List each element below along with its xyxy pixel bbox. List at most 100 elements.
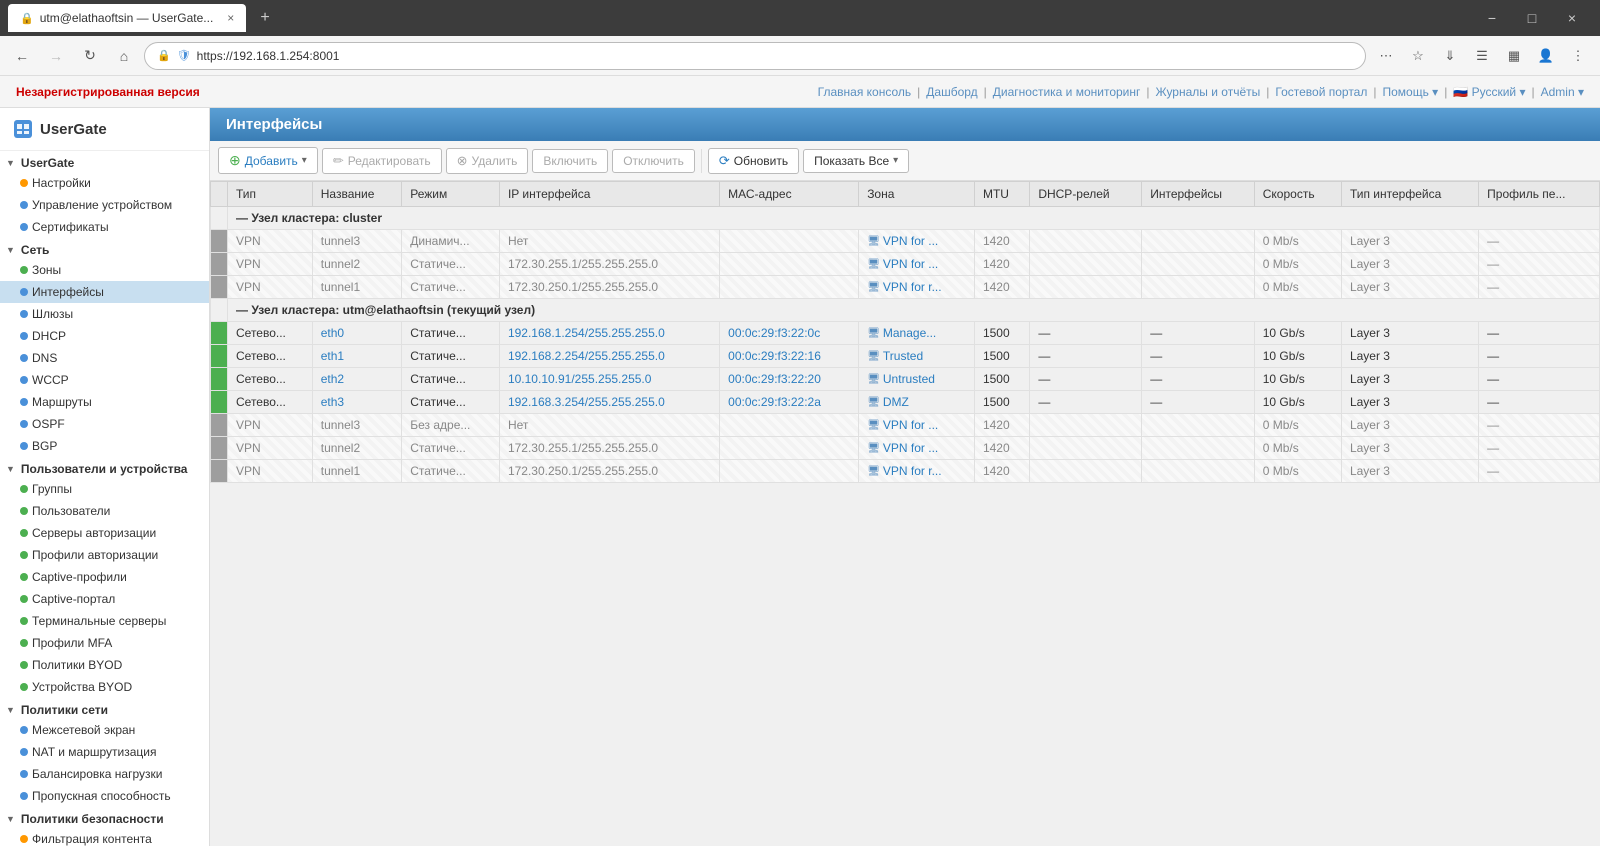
sidebar-item-term-servers[interactable]: Терминальные серверы [0, 610, 209, 632]
sidebar-item-firewall[interactable]: Межсетевой экран [0, 719, 209, 741]
table-row[interactable]: Сетево... eth0 Статиче... 192.168.1.254/… [211, 322, 1600, 345]
download-btn[interactable]: ⇓ [1436, 42, 1464, 70]
nav-main-console[interactable]: Главная консоль [818, 85, 912, 99]
enable-btn[interactable]: Включить [532, 149, 608, 173]
delete-btn[interactable]: ⊗ Удалить [446, 148, 529, 174]
nav-dashboard[interactable]: Дашборд [926, 85, 977, 99]
new-tab-btn[interactable]: + [252, 9, 277, 27]
table-row[interactable]: VPN tunnel3 Динамич... Нет 🖥VPN for ... … [211, 230, 1600, 253]
table-row[interactable]: VPN tunnel2 Статиче... 172.30.255.1/255.… [211, 437, 1600, 460]
sidebar-item-net-policies-root[interactable]: ▼ Политики сети [0, 698, 209, 719]
nav-guest-portal[interactable]: Гостевой портал [1275, 85, 1367, 99]
sidebar-item-dns[interactable]: DNS [0, 347, 209, 369]
row-ifaces: — [1142, 391, 1255, 414]
row-name[interactable]: eth3 [312, 391, 401, 414]
row-name[interactable]: tunnel3 [312, 230, 401, 253]
row-name[interactable]: tunnel3 [312, 414, 401, 437]
bookmark-btn[interactable]: ☆ [1404, 42, 1432, 70]
sidebar-item-users[interactable]: Пользователи [0, 500, 209, 522]
nav-admin[interactable]: Admin ▾ [1541, 85, 1584, 99]
bookmarks-list-btn[interactable]: ☰ [1468, 42, 1496, 70]
unregistered-notice[interactable]: Незарегистрированная версия [16, 85, 200, 99]
sidebar-item-nat[interactable]: NAT и маршрутизация [0, 741, 209, 763]
back-btn[interactable]: ← [8, 42, 36, 70]
table-row[interactable]: VPN tunnel1 Статиче... 172.30.250.1/255.… [211, 460, 1600, 483]
row-name[interactable]: eth0 [312, 322, 401, 345]
col-mac: МАС-адрес [720, 182, 859, 207]
sidebar-item-zones[interactable]: Зоны [0, 259, 209, 281]
home-btn[interactable]: ⌂ [110, 42, 138, 70]
row-profile: — [1479, 391, 1600, 414]
sidebar-item-gateways[interactable]: Шлюзы [0, 303, 209, 325]
row-type: Сетево... [228, 368, 313, 391]
row-mtu: 1420 [974, 230, 1029, 253]
win-minimize-btn[interactable]: − [1472, 0, 1512, 36]
reload-btn[interactable]: ↻ [76, 42, 104, 70]
dot-wccp [20, 376, 28, 384]
row-speed: 10 Gb/s [1254, 322, 1341, 345]
sidebar-item-settings[interactable]: Настройки [0, 172, 209, 194]
sidebar-item-wccp[interactable]: WCCP [0, 369, 209, 391]
edit-btn[interactable]: ✏ Редактировать [322, 148, 442, 174]
sidebar-item-groups[interactable]: Группы [0, 478, 209, 500]
refresh-icon: ⟳ [719, 153, 730, 169]
sidebar-item-bandwidth[interactable]: Пропускная способность [0, 785, 209, 807]
sidebar-item-content-filter[interactable]: Фильтрация контента [0, 828, 209, 846]
menu-btn[interactable]: ⋮ [1564, 42, 1592, 70]
row-name[interactable]: tunnel1 [312, 460, 401, 483]
sidebar-item-mfa-profiles[interactable]: Профили MFA [0, 632, 209, 654]
sidebar-item-bgp[interactable]: BGP [0, 435, 209, 457]
nav-diagnostics[interactable]: Диагностика и мониторинг [993, 85, 1141, 99]
sidebar-item-users-root[interactable]: ▼ Пользователи и устройства [0, 457, 209, 478]
sidebar-item-balancer[interactable]: Балансировка нагрузки [0, 763, 209, 785]
show-all-btn[interactable]: Показать Все ▾ [803, 149, 909, 173]
browser-tab[interactable]: 🔒 utm@elathaoftsin — UserGate... × [8, 4, 246, 32]
sidebar-item-device-mgmt[interactable]: Управление устройством [0, 194, 209, 216]
sidebar-item-interfaces[interactable]: Интерфейсы [0, 281, 209, 303]
row-name[interactable]: eth2 [312, 368, 401, 391]
disable-label: Отключить [623, 154, 684, 168]
table-row[interactable]: Сетево... eth2 Статиче... 10.10.10.91/25… [211, 368, 1600, 391]
row-mtu: 1500 [974, 391, 1029, 414]
sidebar-item-dhcp[interactable]: DHCP [0, 325, 209, 347]
row-name[interactable]: tunnel2 [312, 253, 401, 276]
extensions-btn[interactable]: ⋯ [1372, 42, 1400, 70]
sidebar-label-wccp: WCCP [32, 373, 69, 387]
add-btn[interactable]: ⊕ Добавить ▾ [218, 147, 318, 174]
sidebar-item-certs[interactable]: Сертификаты [0, 216, 209, 238]
table-row[interactable]: VPN tunnel1 Статиче... 172.30.250.1/255.… [211, 276, 1600, 299]
refresh-btn[interactable]: ⟳ Обновить [708, 148, 799, 174]
sidebar-item-ospf[interactable]: OSPF [0, 413, 209, 435]
sidebar-item-sec-policies-root[interactable]: ▼ Политики безопасности [0, 807, 209, 828]
profile-btn[interactable]: 👤 [1532, 42, 1560, 70]
win-close-btn[interactable]: × [1552, 0, 1592, 36]
sidebar-item-captive-portal[interactable]: Captive-портал [0, 588, 209, 610]
row-status-indicator [211, 437, 228, 460]
table-row[interactable]: Сетево... eth3 Статиче... 192.168.3.254/… [211, 391, 1600, 414]
table-row[interactable]: Сетево... eth1 Статиче... 192.168.2.254/… [211, 345, 1600, 368]
tabs-btn[interactable]: ▦ [1500, 42, 1528, 70]
table-row[interactable]: VPN tunnel3 Без адре... Нет 🖥VPN for ...… [211, 414, 1600, 437]
sidebar-item-byod-policies[interactable]: Политики BYOD [0, 654, 209, 676]
sidebar-item-auth-profiles[interactable]: Профили авторизации [0, 544, 209, 566]
table-row[interactable]: VPN tunnel2 Статиче... 172.30.255.1/255.… [211, 253, 1600, 276]
sidebar-item-captive-profiles[interactable]: Captive-профили [0, 566, 209, 588]
nav-logs[interactable]: Журналы и отчёты [1156, 85, 1261, 99]
row-name[interactable]: tunnel2 [312, 437, 401, 460]
sidebar-item-routes[interactable]: Маршруты [0, 391, 209, 413]
row-mac [720, 414, 859, 437]
sidebar-item-usergate-root[interactable]: ▼ UserGate [0, 151, 209, 172]
disable-btn[interactable]: Отключить [612, 149, 695, 173]
row-name[interactable]: eth1 [312, 345, 401, 368]
nav-lang[interactable]: 🇷🇺 Русский ▾ [1453, 85, 1525, 99]
nav-help[interactable]: Помощь ▾ [1382, 85, 1438, 99]
row-name[interactable]: tunnel1 [312, 276, 401, 299]
sidebar-item-network-root[interactable]: ▼ Сеть [0, 238, 209, 259]
sidebar-item-byod-devices[interactable]: Устройства BYOD [0, 676, 209, 698]
address-bar[interactable]: 🔒 🛡 https://192.168.1.254:8001 [144, 42, 1366, 70]
win-maximize-btn[interactable]: □ [1512, 0, 1552, 36]
forward-btn[interactable]: → [42, 42, 70, 70]
sidebar-item-auth-servers[interactable]: Серверы авторизации [0, 522, 209, 544]
tab-close-btn[interactable]: × [227, 11, 234, 25]
row-ip: 10.10.10.91/255.255.255.0 [499, 368, 719, 391]
